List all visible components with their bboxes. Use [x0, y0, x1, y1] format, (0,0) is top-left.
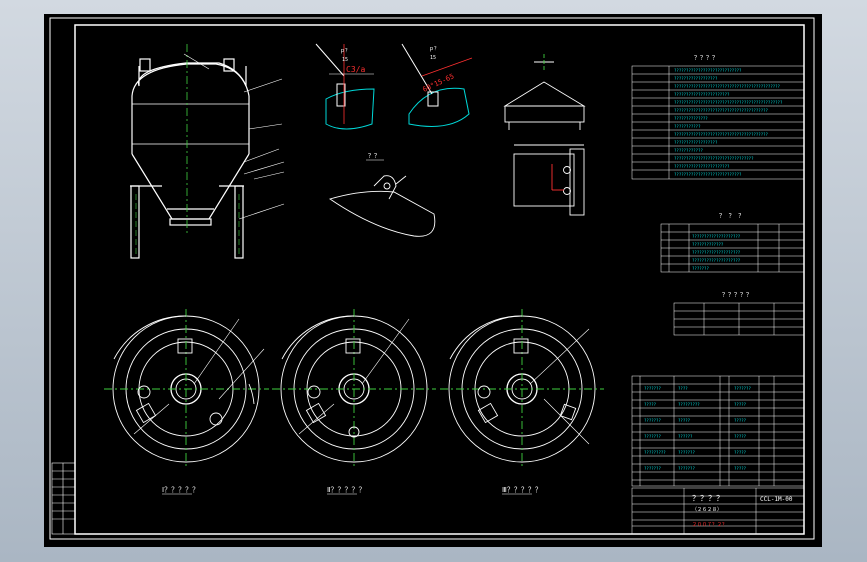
bracket-detail	[328, 175, 436, 237]
left-strip	[51, 462, 76, 535]
svg-text:??????????????????????????????: ????????????????????????????????????????…	[674, 84, 781, 89]
cad-drawing: C3/a ｐ？ 15 60°15-65 ｐ？ 15 ？？ Ⅰ？？？？？ Ⅱ？？？…	[49, 17, 815, 540]
spec-table-title: ？？？？？	[722, 292, 752, 299]
tech-table-title: ？？？？	[694, 55, 718, 62]
vessel-elevation	[130, 58, 250, 259]
svg-text:???????: ???????	[644, 418, 661, 423]
svg-text:?????????: ?????????	[644, 450, 666, 455]
drawing-number: CCL-1M-00	[760, 496, 793, 503]
view-label-1: Ⅰ？？？？？	[162, 486, 199, 494]
svg-text:?????: ?????	[734, 418, 747, 423]
svg-text:????????????????????: ????????????????????	[692, 250, 741, 255]
nozzle-table-title: ？ ？ ？	[719, 213, 744, 220]
svg-text:??????????????????????????????: ???????????????????????????????????????	[674, 132, 769, 137]
svg-text:??????????????????????????????: ?????????????????????????????????	[674, 156, 754, 161]
svg-text:????: ????	[678, 386, 688, 391]
view-label-3: Ⅲ？？？？？	[502, 486, 542, 494]
svg-text:?????????????: ?????????????	[692, 242, 724, 247]
svg-text:???????: ???????	[692, 266, 709, 271]
plan-view-1	[104, 309, 269, 469]
svg-text:??????????????????: ??????????????????	[674, 140, 718, 145]
svg-text:?????: ?????	[678, 418, 691, 423]
svg-text:???????????: ???????????	[674, 124, 701, 129]
svg-text:?????: ?????	[644, 402, 657, 407]
svg-text:?????: ?????	[734, 466, 747, 471]
svg-text:???????: ???????	[644, 434, 661, 439]
svg-text:???????????????????????: ???????????????????????	[674, 92, 730, 97]
svg-text:????????????????????????????: ????????????????????????????	[674, 68, 742, 73]
svg-text:15: 15	[342, 57, 348, 63]
spec-table	[673, 302, 805, 336]
svg-text:???????: ???????	[678, 466, 695, 471]
svg-text:???????????????????????: ???????????????????????	[674, 164, 730, 169]
roof-detail	[503, 54, 586, 130]
svg-text:???????: ???????	[644, 386, 661, 391]
svg-text:??????: ??????	[678, 434, 693, 439]
view-label-2: Ⅱ？？？？？	[327, 486, 365, 494]
weld-label-1: C3/a	[346, 65, 365, 74]
svg-text:ｐ？: ｐ？	[429, 46, 439, 52]
svg-text:???????: ???????	[644, 466, 661, 471]
svg-text:??????????????????: ??????????????????	[674, 76, 718, 81]
svg-text:????????????????????????????: ????????????????????????????	[674, 172, 742, 177]
svg-text:15: 15	[430, 55, 436, 61]
svg-text:????????????????????: ????????????????????	[692, 234, 741, 239]
tech-table	[631, 65, 805, 180]
plan-view-3	[440, 309, 604, 469]
svg-text:??????????????????????????????: ????????????????????????????????????????…	[674, 100, 783, 105]
company-text: ２００７？２？	[692, 522, 727, 528]
vessel-leaders	[183, 53, 285, 220]
svg-text:???????: ???????	[734, 386, 751, 391]
svg-text:?????????: ?????????	[678, 402, 700, 407]
drawing-sheet: C3/a ｐ？ 15 60°15-65 ｐ？ 15 ？？ Ⅰ？？？？？ Ⅱ？？？…	[44, 14, 822, 547]
plan-view-2	[272, 309, 436, 469]
svg-text:？？: ？？	[368, 153, 380, 160]
svg-text:ｐ？: ｐ？	[340, 48, 350, 54]
svg-text:?????: ?????	[734, 402, 747, 407]
support-detail	[513, 144, 585, 216]
nozzle-table	[660, 223, 805, 273]
svg-text:????????????????????: ????????????????????	[692, 258, 741, 263]
svg-text:?????: ?????	[734, 434, 747, 439]
svg-text:??????????????: ??????????????	[674, 116, 708, 121]
svg-text:????????????: ????????????	[674, 148, 703, 153]
svg-text:?????: ?????	[734, 450, 747, 455]
svg-text:???????: ???????	[678, 450, 695, 455]
project-name: （２６２８）	[692, 507, 722, 513]
svg-text:??????????????????????????????: ???????????????????????????????????????	[674, 108, 769, 113]
title-text: ？？？？	[692, 494, 724, 503]
